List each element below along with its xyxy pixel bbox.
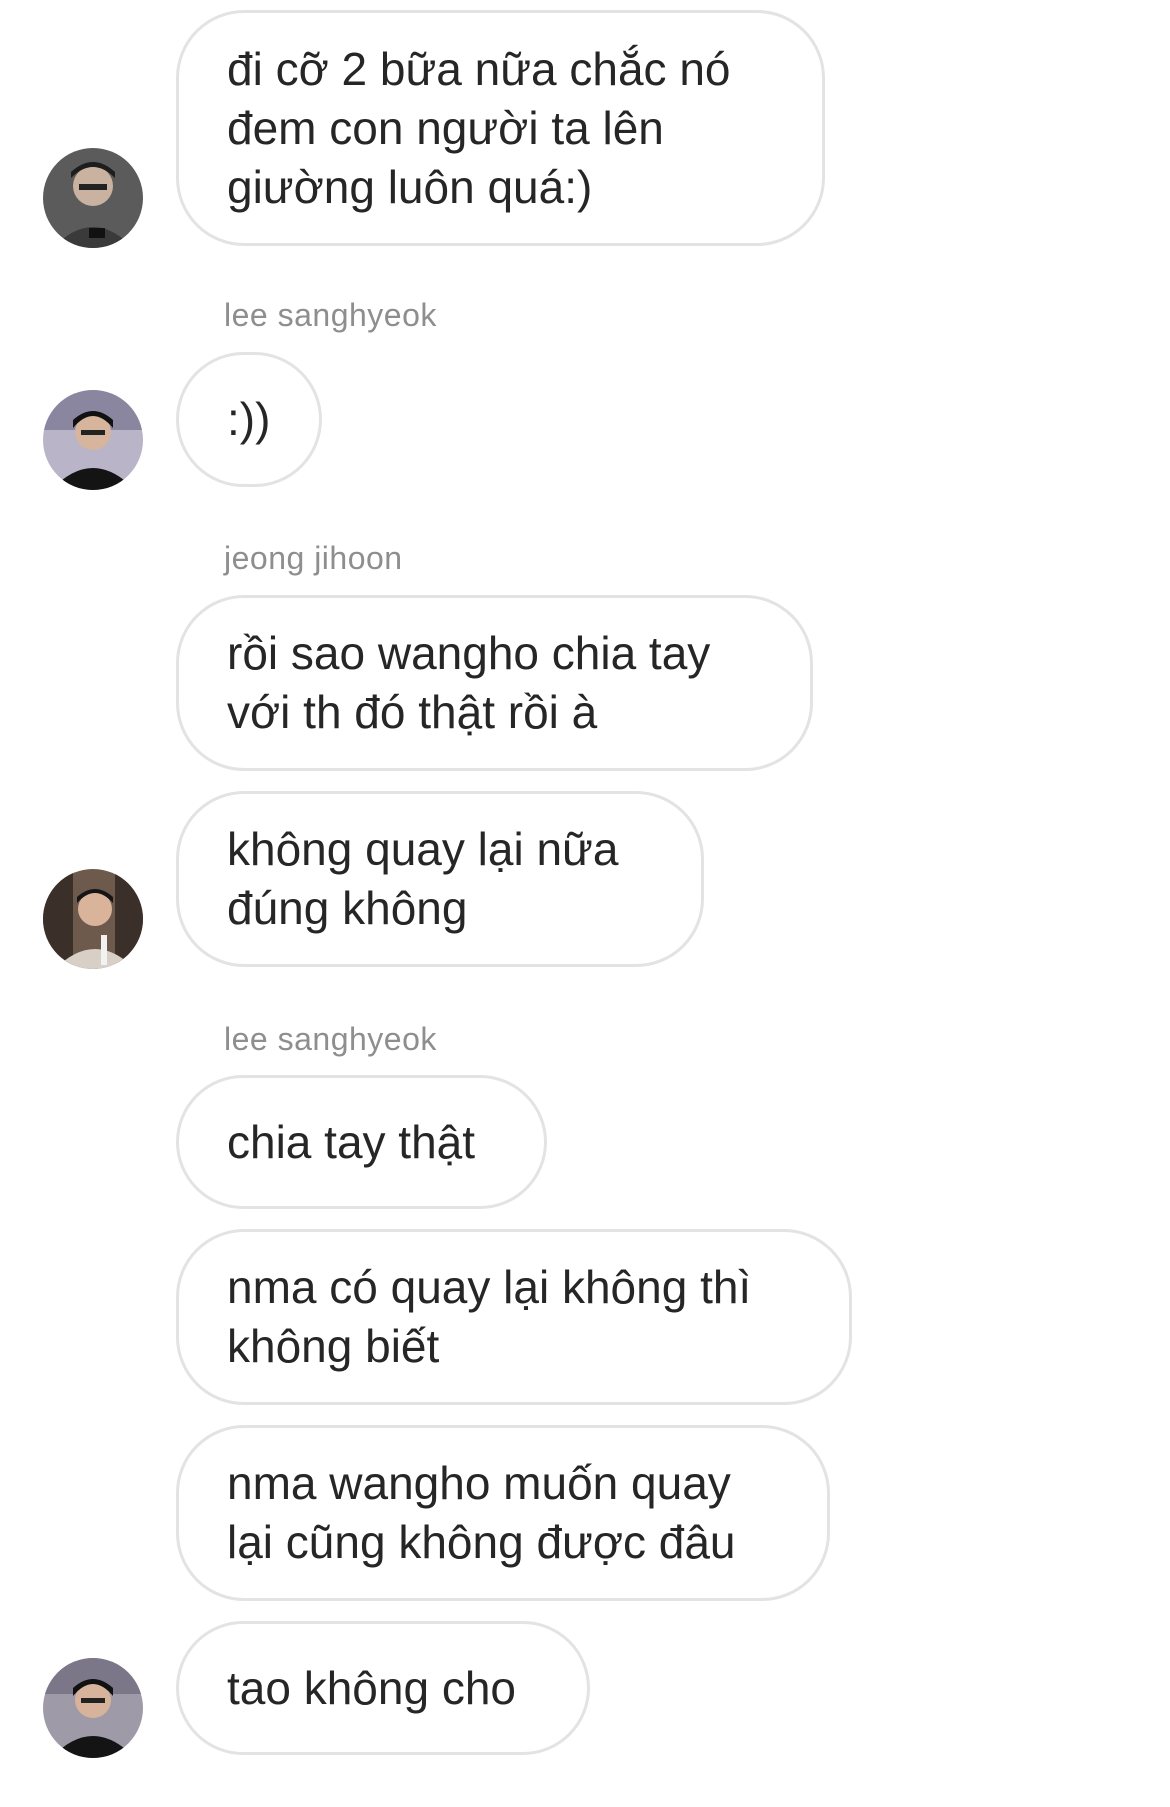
message-text: chia tay thật — [227, 1115, 476, 1168]
message-bubble[interactable]: nma wangho muốn quay lại cũng không được… — [176, 1425, 830, 1601]
avatar[interactable] — [43, 1658, 143, 1758]
avatar[interactable] — [43, 390, 143, 490]
message-text: đi cỡ 2 bữa nữa chắc nó đem con người ta… — [227, 42, 731, 213]
avatar-image — [43, 1658, 143, 1758]
message-bubble[interactable]: :)) — [176, 352, 322, 487]
message-text: không quay lại nữa đúng không — [227, 823, 619, 934]
message-bubble[interactable]: chia tay thật — [176, 1075, 547, 1209]
sender-name: lee sanghyeok — [224, 1021, 437, 1057]
message-text: nma có quay lại không thì không biết — [227, 1261, 752, 1372]
message-bubble[interactable]: không quay lại nữa đúng không — [176, 791, 704, 967]
message-text: rồi sao wangho chia tay với th đó thật r… — [227, 627, 711, 738]
avatar-image — [43, 869, 143, 969]
message-text: nma wangho muốn quay lại cũng không được… — [227, 1457, 736, 1568]
message-bubble[interactable]: tao không cho — [176, 1621, 590, 1755]
message-bubble[interactable]: nma có quay lại không thì không biết — [176, 1229, 852, 1405]
sender-name: jeong jihoon — [224, 540, 403, 576]
avatar[interactable] — [43, 869, 143, 969]
message-bubble[interactable]: đi cỡ 2 bữa nữa chắc nó đem con người ta… — [176, 10, 825, 246]
chat-thread: đi cỡ 2 bữa nữa chắc nó đem con người ta… — [0, 0, 1170, 1807]
avatar-image — [43, 390, 143, 490]
avatar[interactable] — [43, 148, 143, 248]
message-bubble[interactable]: rồi sao wangho chia tay với th đó thật r… — [176, 595, 813, 771]
avatar-image — [43, 148, 143, 248]
sender-name: lee sanghyeok — [224, 297, 437, 333]
message-text: :)) — [227, 393, 271, 445]
message-text: tao không cho — [227, 1661, 517, 1714]
